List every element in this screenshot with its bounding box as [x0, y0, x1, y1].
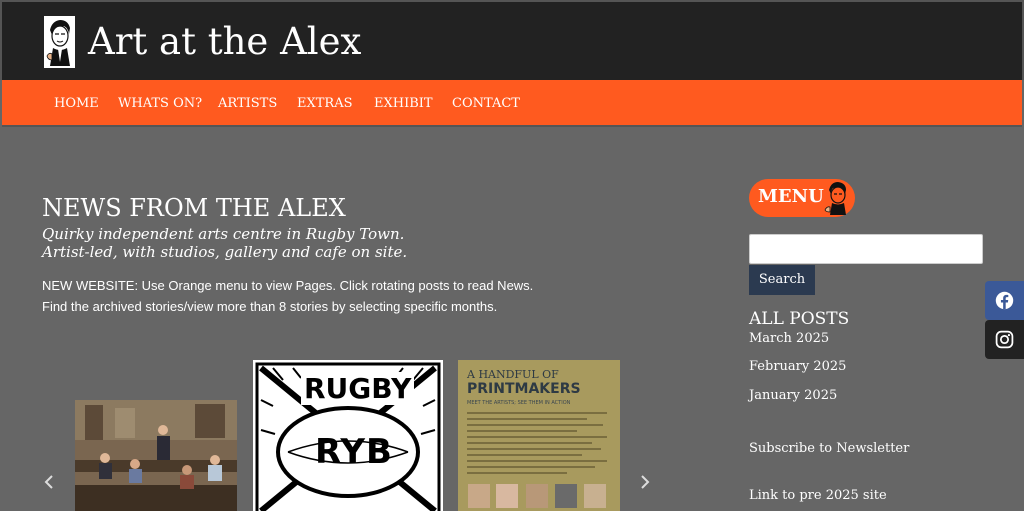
tagline-line-1: Quirky independent arts centre in Rugby … [42, 225, 405, 243]
instagram-icon [995, 330, 1014, 349]
print-word-ryb: RYB [315, 432, 393, 472]
menu-badge[interactable]: MENU [749, 179, 855, 217]
nav-item-home[interactable]: HOME [54, 80, 99, 127]
chevron-left-icon [44, 475, 53, 489]
carousel-slide-printmakers[interactable]: A HANDFUL OF PRINTMAKERS MEET THE ARTIST… [458, 360, 620, 511]
archive-link-march-2025[interactable]: March 2025 [749, 331, 829, 346]
subscribe-newsletter-link[interactable]: Subscribe to Newsletter [749, 441, 909, 456]
site-title[interactable]: Art at the Alex [88, 16, 361, 68]
nav-item-extras[interactable]: EXTRAS [297, 80, 353, 127]
site-header: Art at the Alex [0, 0, 1024, 80]
carousel-slide-photo[interactable] [75, 400, 237, 511]
nav-item-contact[interactable]: CONTACT [452, 80, 520, 127]
website-notice: NEW WEBSITE: Use Orange menu to view Pag… [42, 278, 534, 293]
carousel-slide-rugby-print[interactable]: RUGBY RYB [253, 360, 443, 511]
site-logo[interactable] [44, 16, 75, 68]
carousel-next-button[interactable] [640, 474, 650, 495]
archive-link-january-2025[interactable]: January 2025 [749, 388, 837, 403]
archive-link-february-2025[interactable]: February 2025 [749, 359, 846, 374]
facebook-icon [995, 291, 1014, 310]
carousel-prev-button[interactable] [44, 474, 54, 495]
tagline-line-2: Artist-led, with studios, gallery and ca… [42, 243, 408, 261]
facebook-button[interactable] [985, 281, 1024, 320]
print-word-rugby: RUGBY [301, 372, 415, 405]
nav-item-whats-on[interactable]: WHATS ON? [118, 80, 202, 127]
search-input[interactable] [749, 234, 983, 264]
chevron-right-icon [641, 475, 650, 489]
page-title: NEWS FROM THE ALEX [42, 194, 346, 222]
menu-badge-label: MENU [758, 186, 824, 207]
all-posts-heading: ALL POSTS [749, 309, 850, 329]
pre-2025-site-link[interactable]: Link to pre 2025 site [749, 488, 887, 503]
main-nav: HOME WHATS ON? ARTISTS EXTRAS EXHIBIT CO… [2, 80, 1022, 127]
search-button[interactable]: Search [749, 265, 815, 295]
nav-item-artists[interactable]: ARTISTS [218, 80, 277, 127]
instagram-button[interactable] [985, 320, 1024, 359]
nav-item-exhibit[interactable]: EXHIBIT [374, 80, 433, 127]
archive-notice: Find the archived stories/view more than… [42, 299, 498, 314]
caricature-icon [824, 182, 846, 215]
